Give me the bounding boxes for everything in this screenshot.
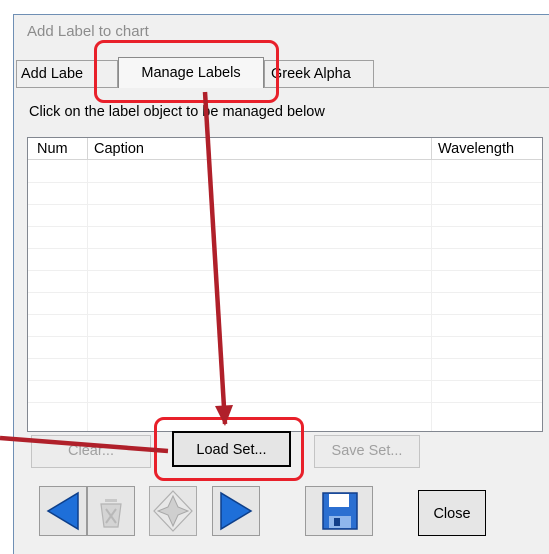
annotation-overlay [0, 91, 233, 454]
annotation-arrow [0, 435, 169, 454]
annotation-arrow [202, 91, 228, 425]
tab-manage-labels[interactable]: Manage Labels [118, 57, 264, 88]
annotation-arrowhead [215, 405, 233, 426]
